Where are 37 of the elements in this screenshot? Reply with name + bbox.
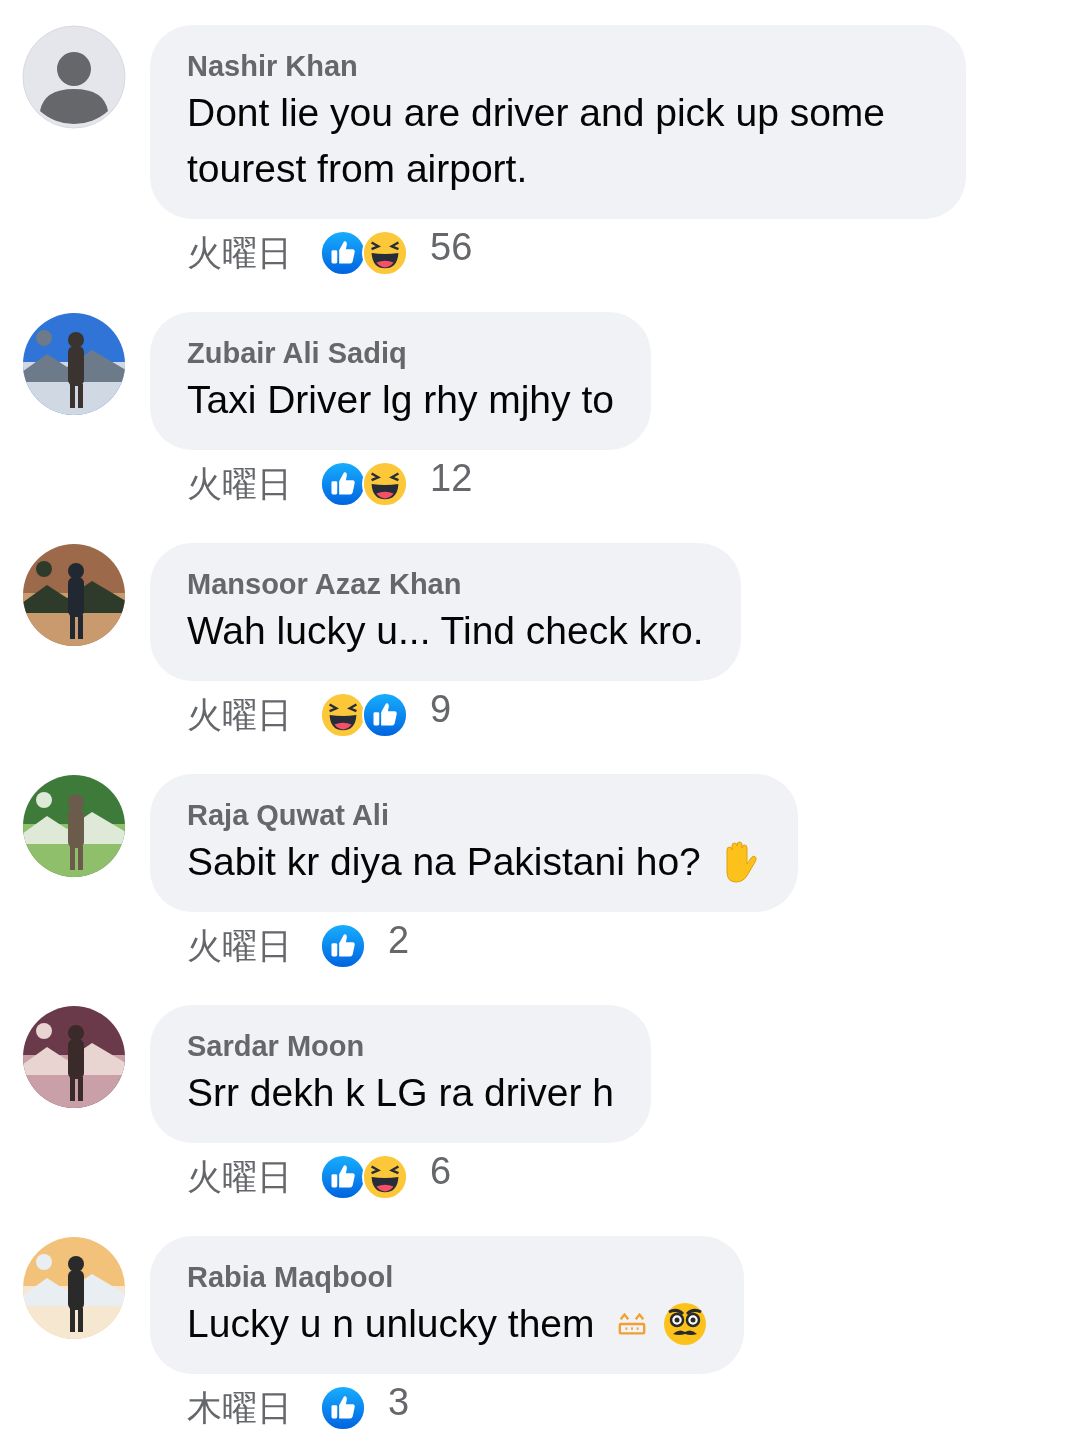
like-icon bbox=[320, 923, 366, 969]
laughing-face-icon bbox=[320, 692, 366, 738]
author-name[interactable]: Sardar Moon bbox=[187, 1027, 614, 1065]
reaction-count[interactable]: 56 bbox=[430, 225, 473, 269]
grin-icon bbox=[616, 1311, 647, 1337]
comment-text: Dont lie you are driver and pick up some tourest from airport. bbox=[187, 90, 887, 192]
reaction-count[interactable]: 6 bbox=[430, 1149, 452, 1193]
like-icon bbox=[320, 461, 366, 507]
comment-time: 火曜日 bbox=[187, 926, 292, 966]
avatar-icon[interactable] bbox=[22, 25, 126, 129]
comment-time: 火曜日 bbox=[187, 464, 292, 504]
like-icon bbox=[320, 230, 366, 276]
reaction-count[interactable]: 2 bbox=[388, 918, 410, 962]
comment-text: Wah lucky u... Tind check kro. bbox=[187, 608, 704, 654]
comment-time: 火曜日 bbox=[187, 695, 292, 735]
like-icon bbox=[362, 692, 408, 738]
comment-text: Sabit kr diya na Pakistani ho? bbox=[187, 839, 701, 885]
comment-text: Srr dekh k LG ra driver h bbox=[187, 1070, 614, 1116]
author-name[interactable]: Raja Quwat Ali bbox=[187, 796, 761, 834]
disguise-face-icon bbox=[662, 1302, 707, 1346]
comment-time: 木曜日 bbox=[187, 1388, 292, 1428]
author-name[interactable]: Zubair Ali Sadiq bbox=[187, 334, 614, 372]
author-name[interactable]: Nashir Khan bbox=[187, 47, 929, 85]
reaction-count[interactable]: 9 bbox=[430, 687, 452, 731]
comment-time: 火曜日 bbox=[187, 233, 292, 273]
laughing-face-icon bbox=[362, 1154, 408, 1200]
reaction-count[interactable]: 12 bbox=[430, 456, 473, 500]
comment-text: Taxi Driver lg rhy mjhy to bbox=[187, 377, 614, 423]
laughing-face-icon bbox=[362, 461, 408, 507]
author-name[interactable]: Rabia Maqbool bbox=[187, 1258, 707, 1296]
author-name[interactable]: Mansoor Azaz Khan bbox=[187, 565, 704, 603]
comment-time: 火曜日 bbox=[187, 1157, 292, 1197]
laughing-face-icon bbox=[362, 230, 408, 276]
reaction-count[interactable]: 3 bbox=[388, 1380, 410, 1424]
like-icon bbox=[320, 1154, 366, 1200]
like-icon bbox=[320, 1385, 366, 1431]
comment-text: Lucky u n unlucky them bbox=[187, 1301, 595, 1347]
